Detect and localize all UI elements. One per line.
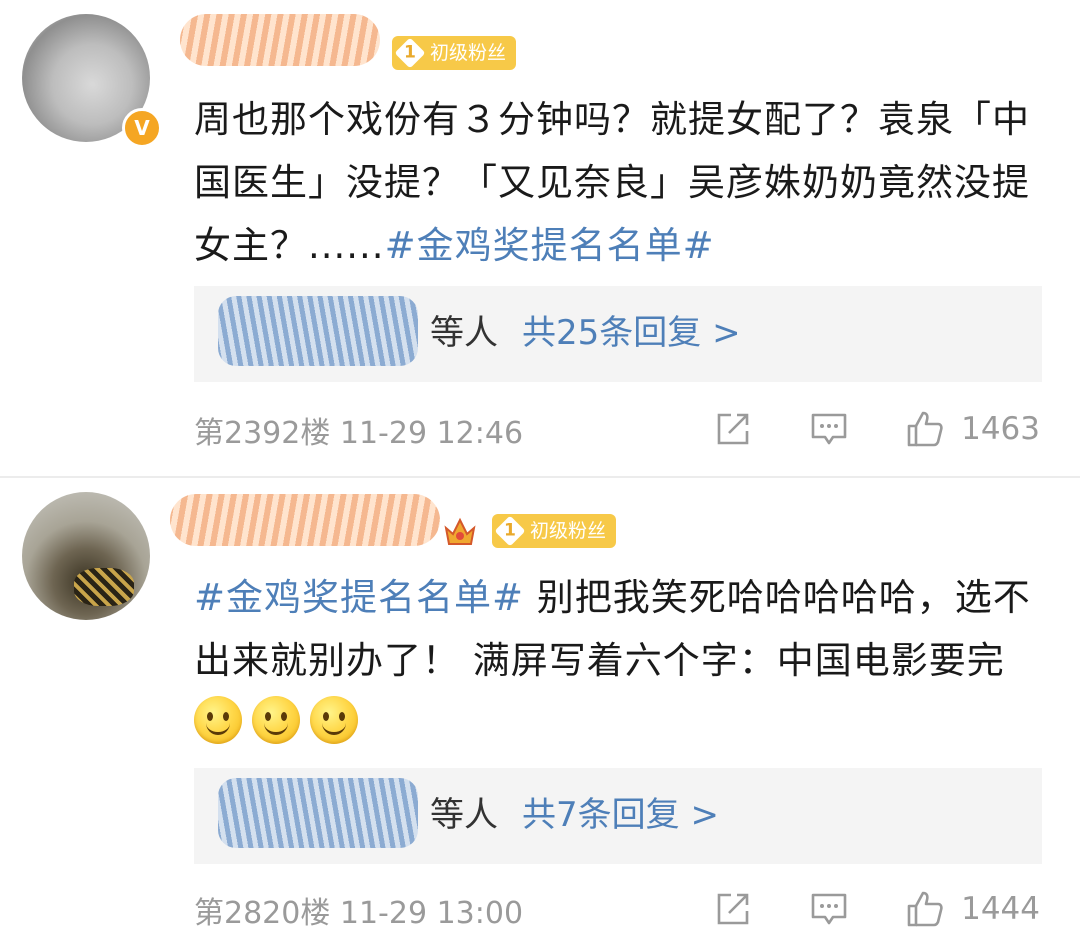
reply-preview[interactable]: 等人 共25条回复 > [194, 286, 1042, 382]
username-redacted[interactable] [170, 494, 440, 546]
comment-text: #金鸡奖提名名单# 别把我笑死哈哈哈哈哈，选不出来就别办了！ 满屏写着六个字：中… [194, 566, 1054, 755]
comment-item: 1 初级粉丝 #金鸡奖提名名单# 别把我笑死哈哈哈哈哈，选不出来就别办了！ 满屏… [0, 478, 1080, 948]
fan-badge-label: 初级粉丝 [430, 42, 507, 64]
username-redacted[interactable] [180, 14, 380, 66]
avatar[interactable] [22, 492, 150, 620]
fan-level-icon: 1 [394, 37, 426, 69]
smile-emoji [310, 696, 358, 744]
hashtag-link[interactable]: #金鸡奖提名名单# [194, 576, 524, 619]
thumbs-up-icon[interactable] [905, 409, 945, 449]
reply-count-link[interactable]: 共7条回复 > [522, 795, 719, 835]
smile-emoji [194, 696, 242, 744]
reply-users-redacted [218, 778, 418, 848]
fan-level-icon: 1 [494, 515, 526, 547]
action-bar: 1444 [713, 884, 1040, 934]
smile-emoji [252, 696, 300, 744]
comment-text: 周也那个戏份有３分钟吗？就提女配了？袁泉「中国医生」没提？「又见奈良」吴彦姝奶奶… [194, 88, 1054, 277]
share-icon[interactable] [713, 409, 753, 449]
comment-item: V 1 初级粉丝 周也那个戏份有３分钟吗？就提女配了？袁泉「中国医生」没提？「又… [0, 0, 1080, 476]
share-icon[interactable] [713, 889, 753, 929]
crown-icon [444, 517, 476, 545]
action-bar: 1463 [713, 404, 1040, 454]
floor-timestamp: 第2820楼 11-29 13:00 [194, 896, 524, 931]
fan-badge[interactable]: 1 初级粉丝 [392, 36, 517, 70]
like-count: 1444 [961, 891, 1040, 927]
thumbs-up-icon[interactable] [905, 889, 945, 929]
reply-users-redacted [218, 296, 418, 366]
reply-people: 等人 [430, 313, 498, 353]
fan-badge[interactable]: 1 初级粉丝 [492, 514, 617, 548]
verified-icon: V [122, 108, 162, 148]
reply-count-link[interactable]: 共25条回复 > [522, 313, 741, 353]
floor-timestamp: 第2392楼 11-29 12:46 [194, 416, 524, 451]
comment-icon[interactable] [809, 409, 849, 449]
like-count: 1463 [961, 411, 1040, 447]
reply-people: 等人 [430, 795, 498, 835]
comment-icon[interactable] [809, 889, 849, 929]
hashtag-link[interactable]: #金鸡奖提名名单# [385, 224, 715, 267]
reply-preview[interactable]: 等人 共7条回复 > [194, 768, 1042, 864]
fan-badge-label: 初级粉丝 [530, 520, 607, 542]
